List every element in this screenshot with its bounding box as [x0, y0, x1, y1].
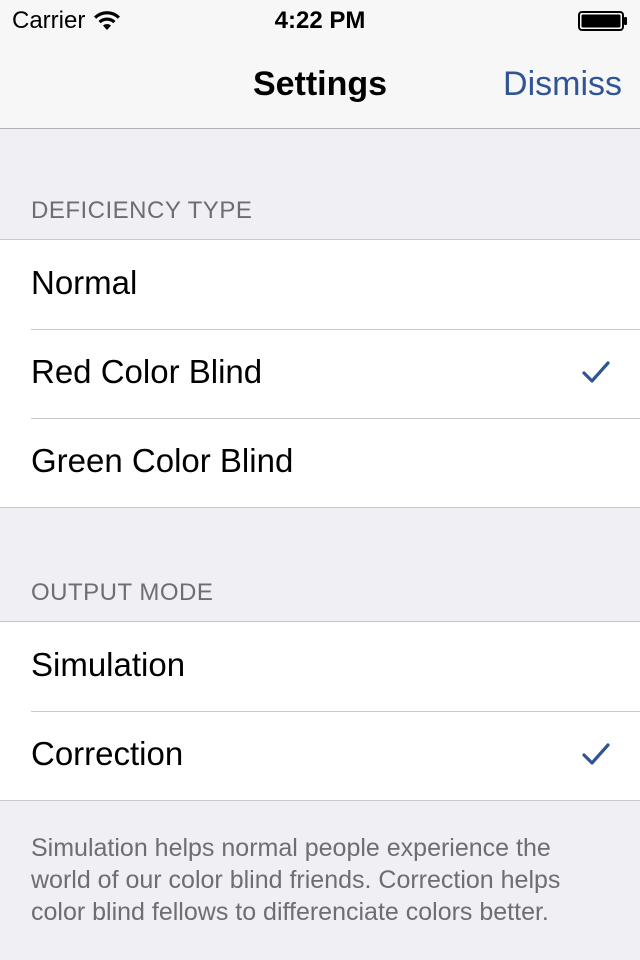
option-correction[interactable]: Correction [0, 711, 640, 800]
dismiss-button[interactable]: Dismiss [503, 65, 622, 104]
option-label: Normal [31, 264, 138, 301]
option-normal[interactable]: Normal [0, 240, 640, 329]
checkmark-icon [582, 361, 610, 383]
status-bar: Carrier 4:22 PM [0, 0, 640, 40]
deficiency-type-group: Normal Red Color Blind Green Color Blind [0, 239, 640, 508]
option-red-color-blind[interactable]: Red Color Blind [0, 329, 640, 418]
option-green-color-blind[interactable]: Green Color Blind [0, 418, 640, 507]
settings-screen: Carrier 4:22 PM Settings Dismiss DEFICIE… [0, 0, 640, 960]
option-label: Green Color Blind [31, 442, 294, 479]
status-time: 4:22 PM [274, 7, 366, 34]
navigation-bar: Settings Dismiss [0, 40, 640, 128]
section-header-deficiency-type: DEFICIENCY TYPE [31, 197, 253, 224]
output-mode-group: Simulation Correction [0, 621, 640, 801]
output-mode-footer: Simulation helps normal people experienc… [31, 834, 561, 926]
checkmark-icon [582, 743, 610, 765]
option-label: Red Color Blind [31, 353, 263, 390]
option-label: Simulation [31, 646, 186, 683]
top-bar: Carrier 4:22 PM Settings Dismiss [0, 0, 640, 129]
battery-icon [578, 11, 627, 31]
option-simulation[interactable]: Simulation [0, 622, 640, 711]
section-header-output-mode: OUTPUT MODE [31, 579, 214, 606]
option-label: Correction [31, 735, 184, 772]
